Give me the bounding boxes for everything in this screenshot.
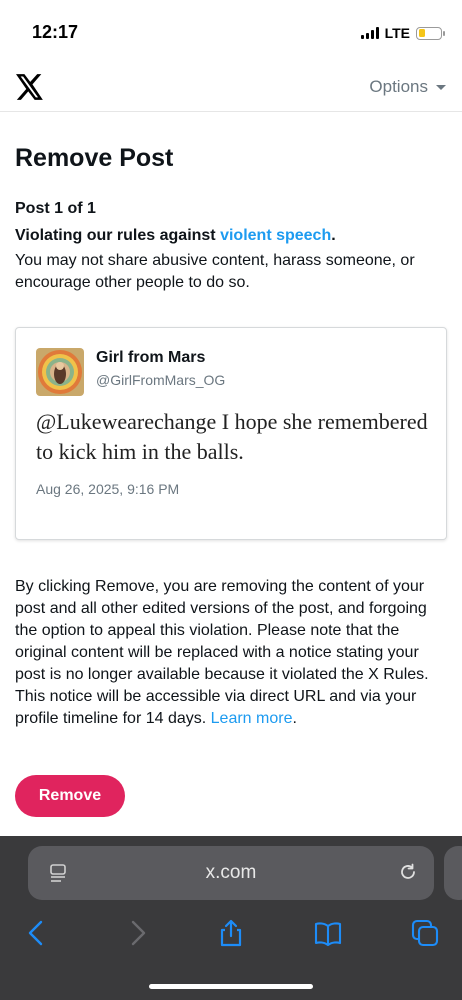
options-label: Options bbox=[369, 77, 428, 96]
home-indicator bbox=[149, 984, 313, 989]
violation-suffix: . bbox=[331, 227, 336, 244]
avatar bbox=[36, 348, 84, 396]
browser-nav-bar bbox=[0, 918, 462, 954]
network-label: LTE bbox=[384, 25, 410, 41]
author-handle: @GirlFromMars_OG bbox=[96, 372, 226, 388]
next-tab-peek[interactable] bbox=[444, 846, 462, 900]
rule-description: You may not share abusive content, haras… bbox=[15, 252, 415, 291]
violent-speech-link[interactable]: violent speech bbox=[220, 227, 331, 244]
chevron-down-icon bbox=[436, 84, 446, 90]
remove-button[interactable]: Remove bbox=[15, 775, 125, 817]
url-text: x.com bbox=[205, 862, 257, 883]
address-bar[interactable]: x.com bbox=[28, 846, 434, 900]
post-count: Post 1 of 1 bbox=[15, 200, 96, 217]
status-time: 12:17 bbox=[32, 22, 79, 42]
x-logo-icon[interactable] bbox=[16, 74, 44, 100]
share-icon[interactable] bbox=[216, 918, 246, 948]
bookmarks-icon[interactable] bbox=[313, 918, 343, 948]
violation-heading: Violating our rules against violent spee… bbox=[15, 227, 336, 245]
signal-icon bbox=[360, 27, 379, 39]
post-text: @Lukewearechange I hope she remembered t… bbox=[36, 409, 428, 464]
options-dropdown[interactable]: Options bbox=[369, 77, 446, 97]
status-bar: 12:17 LTE bbox=[0, 0, 462, 62]
status-indicators: LTE bbox=[360, 25, 445, 41]
violation-prefix: Violating our rules against bbox=[15, 227, 221, 244]
post-timestamp: Aug 26, 2025, 9:16 PM bbox=[36, 481, 180, 497]
notice-body: By clicking Remove, you are removing the… bbox=[15, 578, 429, 727]
page-title: Remove Post bbox=[15, 144, 174, 172]
author-name: Girl from Mars bbox=[96, 349, 206, 366]
notice-end: . bbox=[292, 710, 297, 727]
browser-toolbar: x.com bbox=[0, 836, 462, 1000]
removal-notice: By clicking Remove, you are removing the… bbox=[15, 576, 451, 730]
embedded-post-card[interactable]: Girl from Mars @GirlFromMars_OG @Lukewea… bbox=[15, 327, 447, 540]
tabs-icon[interactable] bbox=[410, 918, 440, 948]
learn-more-link[interactable]: Learn more bbox=[211, 710, 293, 727]
battery-icon bbox=[416, 26, 445, 40]
forward-icon[interactable] bbox=[122, 918, 152, 948]
top-nav: Options bbox=[0, 62, 462, 112]
back-icon[interactable] bbox=[22, 918, 52, 948]
reload-icon[interactable] bbox=[398, 862, 418, 882]
